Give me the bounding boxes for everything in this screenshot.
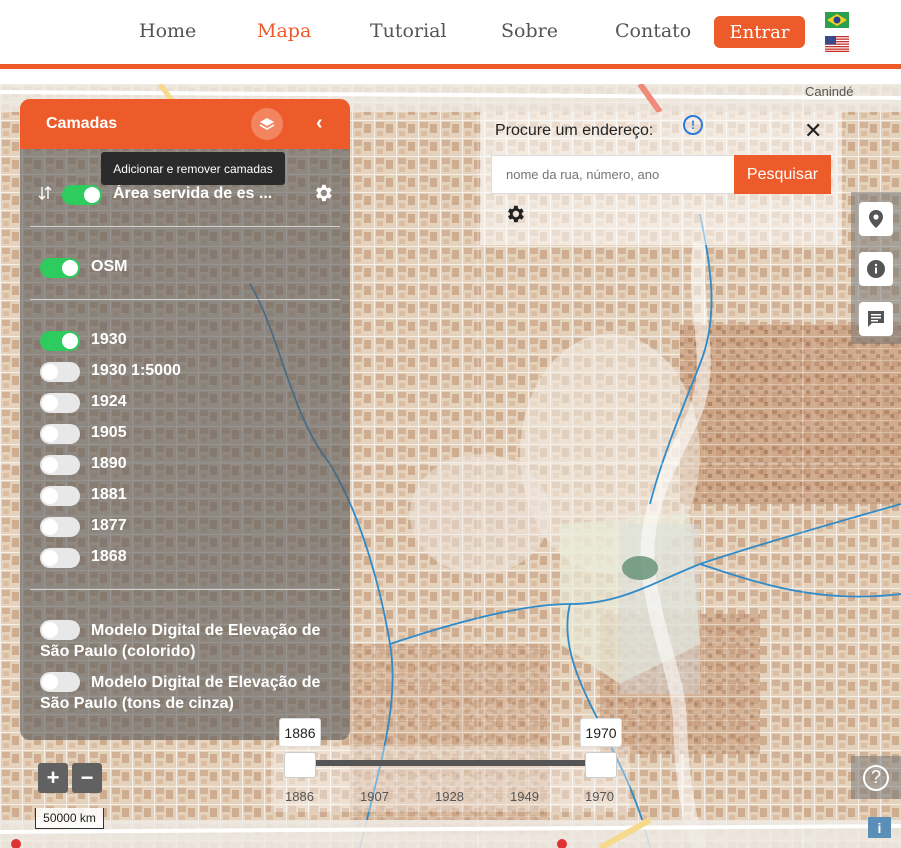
divider — [30, 299, 340, 300]
nav-mapa[interactable]: Mapa — [257, 20, 311, 42]
layer-label-elevation-gray: Modelo Digital de Elevação de São Paulo … — [40, 674, 321, 712]
attribution-info-button[interactable]: i — [868, 817, 891, 838]
layers-stack-icon — [259, 118, 275, 130]
help-button[interactable]: ? — [851, 756, 901, 799]
timeline-start-label: 1886 — [279, 718, 321, 747]
map-tools-bar — [851, 192, 901, 344]
map-pin-icon — [869, 210, 883, 228]
collapse-panel-icon[interactable]: ‹ — [316, 112, 323, 135]
address-search-panel: Procure um endereço: ! ✕ Pesquisar — [480, 112, 842, 245]
timeline-tick: 1928 — [435, 789, 464, 804]
layer-label-area-servida: Área servida de es ... — [113, 185, 273, 202]
divider — [30, 589, 340, 590]
nav-home[interactable]: Home — [139, 20, 196, 42]
layers-tooltip: Adicionar e remover camadas — [101, 152, 285, 185]
add-remove-layers-button[interactable] — [251, 108, 283, 140]
layers-panel-title: Camadas — [46, 115, 118, 132]
timeline-tick: 1949 — [510, 789, 539, 804]
layer-label-1890: 1890 — [91, 455, 127, 472]
layer-settings-gear-icon[interactable] — [312, 182, 334, 204]
address-search-input[interactable] — [491, 155, 735, 194]
toggle-1930-5000[interactable] — [40, 362, 80, 382]
close-search-icon[interactable]: ✕ — [804, 118, 822, 144]
layer-label-1930: 1930 — [91, 331, 127, 348]
toggle-1924[interactable] — [40, 393, 80, 413]
brazil-flag-icon[interactable] — [825, 12, 849, 28]
toggle-1881[interactable] — [40, 486, 80, 506]
nav-sobre[interactable]: Sobre — [501, 20, 558, 42]
layers-panel: Camadas ‹ Área servida de es ... OSM 193… — [20, 99, 350, 740]
info-circle-icon — [867, 260, 885, 278]
layer-label-osm: OSM — [91, 258, 128, 275]
layer-label-1877: 1877 — [91, 517, 127, 534]
toggle-1930[interactable] — [40, 331, 80, 351]
layer-label-1881: 1881 — [91, 486, 127, 503]
toggle-1868[interactable] — [40, 548, 80, 568]
timeline-tick: 1886 — [285, 789, 314, 804]
toggle-1890[interactable] — [40, 455, 80, 475]
zoom-out-button[interactable]: − — [72, 763, 102, 793]
comments-button[interactable] — [859, 302, 893, 336]
header-gap — [0, 69, 901, 84]
timeline-end-label: 1970 — [580, 718, 622, 747]
search-button[interactable]: Pesquisar — [734, 155, 831, 194]
divider — [30, 226, 340, 227]
layer-label-1905: 1905 — [91, 424, 127, 441]
help-icon: ? — [863, 764, 889, 791]
toggle-1877[interactable] — [40, 517, 80, 537]
toggle-osm[interactable] — [40, 258, 80, 278]
comment-icon — [868, 311, 884, 327]
timeline-tick: 1970 — [585, 789, 614, 804]
layer-label-elevation-color: Modelo Digital de Elevação de São Paulo … — [40, 622, 321, 660]
layer-label-1930-5000: 1930 1:5000 — [91, 362, 181, 379]
reorder-arrows-icon[interactable] — [38, 185, 52, 201]
nav-tutorial[interactable]: Tutorial — [370, 20, 447, 42]
layers-panel-header: Camadas ‹ — [20, 99, 350, 149]
scale-bar: 50000 km — [35, 808, 104, 829]
timeline-end-handle[interactable] — [585, 752, 617, 778]
zoom-in-button[interactable]: + — [38, 763, 68, 793]
top-navbar: Home Mapa Tutorial Sobre Contato Entrar — [0, 0, 901, 64]
toggle-area-servida[interactable] — [62, 185, 102, 205]
layer-label-1924: 1924 — [91, 393, 127, 410]
timeline-selected-range — [300, 760, 600, 766]
usa-flag-icon[interactable] — [825, 36, 849, 52]
map-label-caninde: Canindé — [805, 84, 854, 99]
login-button[interactable]: Entrar — [714, 16, 805, 48]
info-button[interactable] — [859, 252, 893, 286]
nav-contato[interactable]: Contato — [615, 20, 691, 42]
layer-label-1868: 1868 — [91, 548, 127, 565]
timeline-start-handle[interactable] — [284, 752, 316, 778]
search-label: Procure um endereço: — [495, 122, 654, 139]
info-icon[interactable]: ! — [683, 115, 703, 135]
timeline-tick: 1907 — [360, 789, 389, 804]
toggle-1905[interactable] — [40, 424, 80, 444]
search-settings-gear-icon[interactable] — [504, 203, 526, 225]
location-pin-button[interactable] — [859, 202, 893, 236]
